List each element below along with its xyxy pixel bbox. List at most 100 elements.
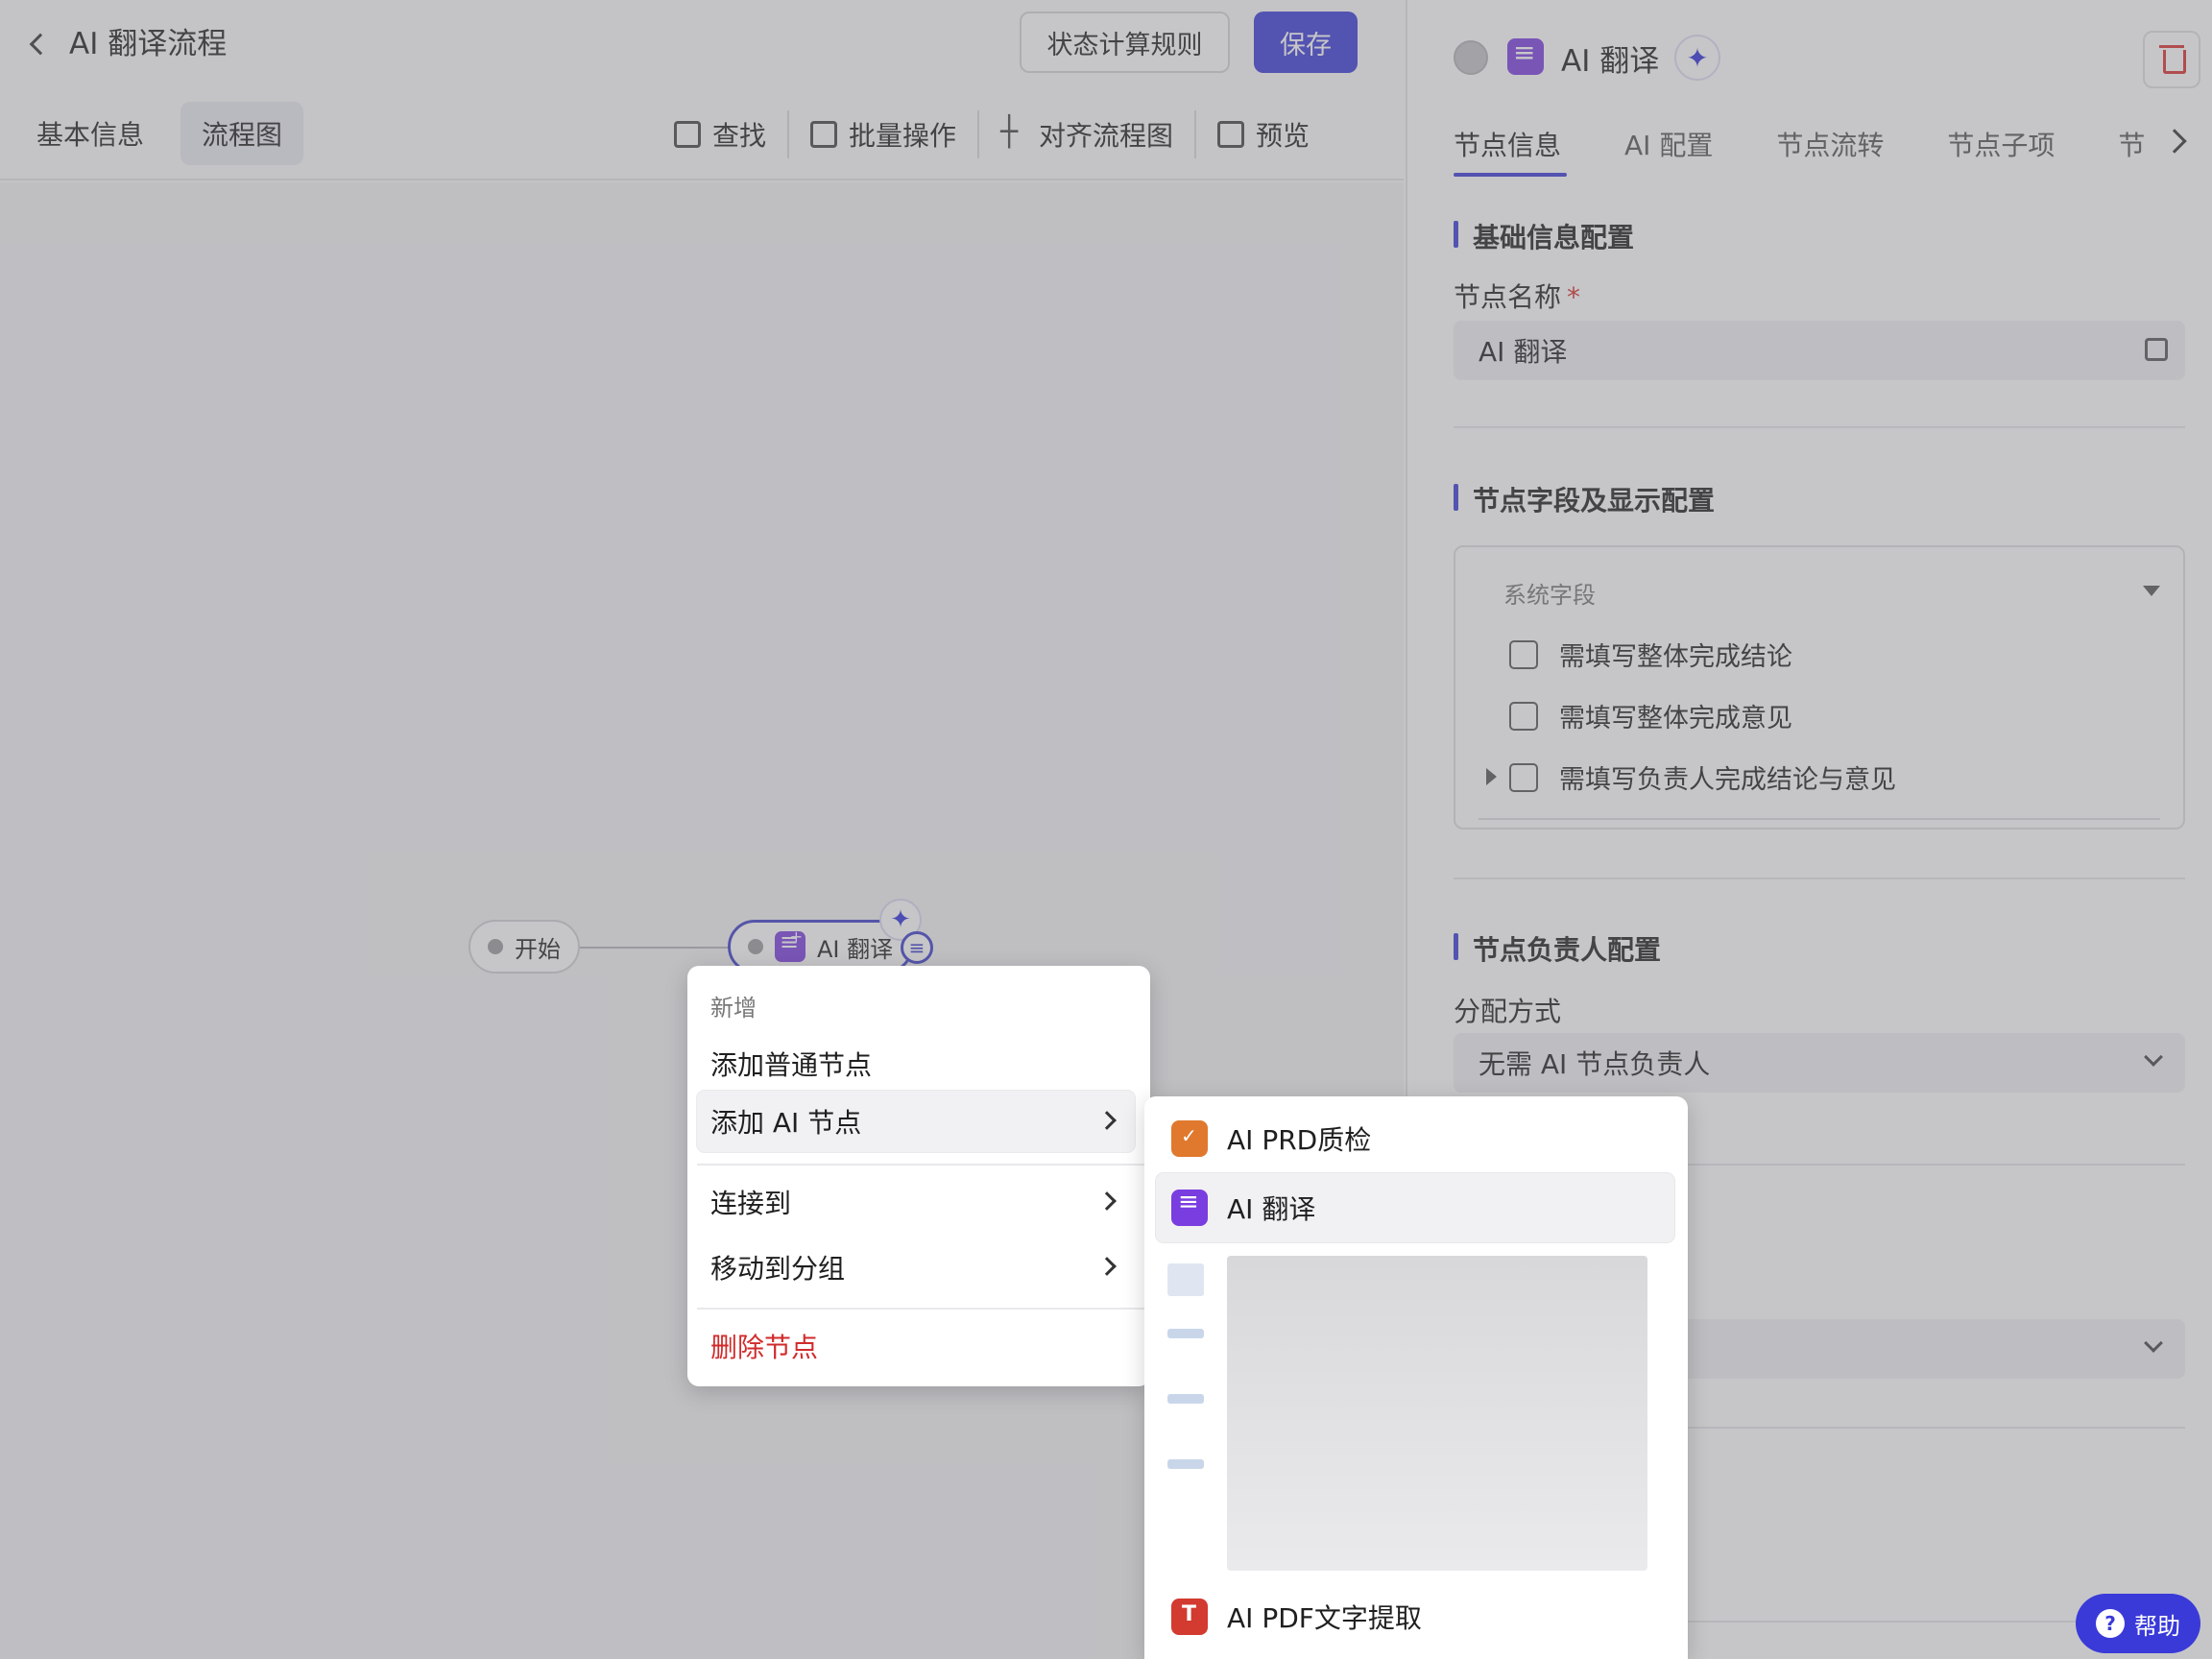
divider	[1479, 818, 2160, 820]
batch-label: 批量操作	[849, 120, 957, 152]
panel-node-title: AI 翻译	[1561, 44, 1660, 79]
checkbox-row[interactable]: 需填写负责人完成结论与意见	[1509, 758, 1896, 796]
divider	[697, 1308, 1144, 1310]
section-fields-title: 节点字段及显示配置	[1454, 480, 1715, 518]
copy-icon	[810, 121, 838, 148]
batch-button[interactable]: 批量操作	[789, 109, 977, 159]
checkbox[interactable]	[1509, 701, 1538, 731]
align-label: 对齐流程图	[1039, 120, 1174, 152]
sparkle-icon[interactable]: ✦	[1674, 35, 1720, 81]
pdf-icon	[1171, 1599, 1208, 1635]
checkbox[interactable]	[1509, 762, 1538, 792]
checkbox-row[interactable]: 需填写整体完成结论	[1509, 636, 1792, 673]
node-name-value: AI 翻译	[1479, 336, 1568, 368]
chevron-down-icon	[2144, 1334, 2163, 1353]
menu-item-label: 添加 AI 节点	[710, 1107, 862, 1139]
ai-node-submenu: AI PRD质检 AI 翻译 AI PDF文字提取	[1144, 1096, 1688, 1659]
submenu-item-ai-prd-check[interactable]: AI PRD质检	[1156, 1104, 1674, 1173]
chevron-right-icon	[1097, 1257, 1117, 1276]
required-mark: *	[1567, 281, 1581, 313]
save-button[interactable]: 保存	[1254, 12, 1358, 73]
menu-item-add-ai-node[interactable]: 添加 AI 节点	[697, 1091, 1135, 1152]
submenu-item-ai-pdf-extract[interactable]: AI PDF文字提取	[1156, 1582, 1674, 1651]
system-fields-box: 系统字段 需填写整体完成结论 需填写整体完成意见 需填写负责人完成结论与意见	[1454, 545, 2185, 830]
chevron-down-icon	[2144, 1047, 2163, 1067]
menu-item-move-to-group[interactable]: 移动到分组	[697, 1237, 1135, 1298]
caret-down-icon[interactable]	[2143, 586, 2160, 596]
preview-icon	[1217, 121, 1245, 148]
align-icon	[1000, 115, 1027, 149]
checkbox-row[interactable]: 需填写整体完成意见	[1509, 697, 1792, 734]
help-label: 帮助	[2134, 1612, 2180, 1640]
menu-item-connect-to[interactable]: 连接到	[697, 1171, 1135, 1233]
menu-item-add-normal-node[interactable]: 添加普通节点	[697, 1033, 1135, 1094]
status-dot	[1454, 40, 1488, 75]
ai-translate-icon	[1171, 1188, 1208, 1226]
ai-translate-icon	[775, 927, 805, 962]
assign-label: 分配方式	[1454, 996, 1562, 1027]
shield-check-icon	[1171, 1120, 1208, 1157]
chevron-right-icon	[1097, 1191, 1117, 1211]
checkbox-label: 需填写整体完成结论	[1559, 642, 1792, 672]
menu-section-header: 新增	[710, 995, 757, 1022]
view-tabs: 基本信息 流程图	[15, 102, 304, 165]
checkbox-label: 需填写负责人完成结论与意见	[1559, 765, 1896, 795]
start-node[interactable]: 开始	[469, 920, 580, 974]
divider	[1454, 426, 2185, 428]
node-menu-icon[interactable]: ≡	[901, 931, 933, 964]
start-node-label: 开始	[515, 935, 561, 963]
trash-icon[interactable]	[2143, 31, 2200, 88]
submenu-item-ai-translate[interactable]: AI 翻译	[1156, 1173, 1674, 1242]
preview-button[interactable]: 预览	[1196, 109, 1331, 159]
menu-item-label: 移动到分组	[710, 1253, 846, 1285]
node-name-label: 节点名称 *	[1454, 276, 1580, 315]
tab-node-flow[interactable]: 节点流转	[1776, 125, 1884, 177]
thumbnail[interactable]	[1167, 1329, 1204, 1338]
page-title: AI 翻译流程	[69, 27, 228, 61]
node-name-field[interactable]: AI 翻译	[1454, 321, 2185, 380]
find-icon	[674, 121, 701, 148]
panel-tabs: 节点信息 AI 配置 节点流转 节点子项 节	[1454, 125, 2208, 177]
checkbox[interactable]	[1509, 639, 1538, 669]
ai-translate-icon	[1507, 36, 1544, 75]
tab-node-subitems[interactable]: 节点子项	[1947, 125, 2055, 177]
template-preview-image	[1227, 1256, 1647, 1571]
section-owner-title: 节点负责人配置	[1454, 929, 1661, 968]
find-button[interactable]: 查找	[653, 109, 787, 159]
divider	[1454, 878, 2185, 879]
submenu-item-label: AI 翻译	[1227, 1193, 1316, 1225]
checkbox-label: 需填写整体完成意见	[1559, 704, 1792, 733]
tab-ai-config[interactable]: AI 配置	[1624, 125, 1713, 177]
status-dot	[748, 939, 763, 954]
tab-node-more[interactable]: 节	[2118, 125, 2145, 177]
app: AI 翻译流程 状态计算规则 保存 基本信息 流程图 查找 批量操作 对齐流程图	[0, 0, 2212, 1659]
thumbnail[interactable]	[1167, 1263, 1204, 1296]
assign-select[interactable]: 无需 AI 节点负责人	[1454, 1033, 2185, 1093]
back-arrow-icon[interactable]	[21, 25, 60, 63]
header: AI 翻译流程 状态计算规则 保存 基本信息 流程图 查找 批量操作 对齐流程图	[0, 0, 1404, 180]
node-name-label-text: 节点名称	[1454, 281, 1562, 313]
preview-label: 预览	[1256, 120, 1310, 152]
flow-edge	[572, 947, 730, 949]
tab-node-info[interactable]: 节点信息	[1454, 125, 1568, 177]
template-thumbnails	[1167, 1252, 1206, 1525]
thumbnail[interactable]	[1167, 1459, 1204, 1469]
submenu-item-label: AI PRD质检	[1227, 1124, 1372, 1156]
help-button[interactable]: ? 帮助	[2076, 1594, 2200, 1653]
edit-icon[interactable]	[2145, 338, 2168, 361]
context-menu: 新增 添加普通节点 添加 AI 节点 连接到 移动到分组 删除节点	[687, 966, 1150, 1386]
tab-flowchart[interactable]: 流程图	[180, 102, 304, 165]
tab-basic-info[interactable]: 基本信息	[15, 102, 165, 165]
align-button[interactable]: 对齐流程图	[979, 109, 1194, 159]
expand-triangle-icon[interactable]	[1486, 768, 1497, 785]
find-label: 查找	[712, 120, 767, 152]
submenu-item-label: AI PDF文字提取	[1227, 1602, 1422, 1634]
status-rules-button[interactable]: 状态计算规则	[1020, 12, 1230, 73]
divider	[697, 1164, 1144, 1166]
flow-toolbar: 查找 批量操作 对齐流程图 预览	[653, 109, 1331, 159]
thumbnail[interactable]	[1167, 1394, 1204, 1404]
menu-item-delete-node[interactable]: 删除节点	[697, 1315, 1135, 1377]
ai-node-label: AI 翻译	[817, 935, 894, 963]
status-dot	[488, 939, 503, 954]
assign-value: 无需 AI 节点负责人	[1479, 1048, 1711, 1080]
